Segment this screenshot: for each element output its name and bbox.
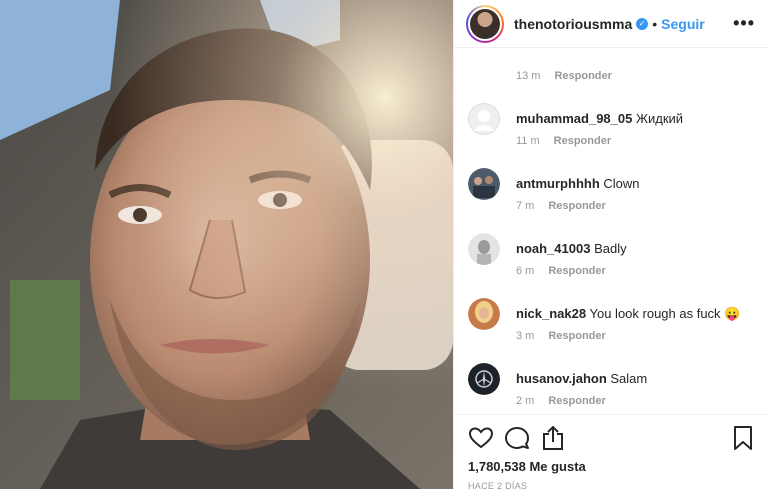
comment-body: Clown (603, 176, 640, 191)
comment-text: husanov.jahon Salam (516, 371, 647, 386)
reply-button[interactable]: Responder (554, 135, 611, 147)
post-header: thenotoriousmma ✓ • Seguir ••• (454, 0, 768, 48)
light-avatar[interactable] (468, 233, 500, 265)
follow-button[interactable]: Seguir (661, 16, 705, 32)
comment-username[interactable]: husanov.jahon (516, 371, 607, 386)
comment-text: nick_nak28 You look rough as fuck 😛 (516, 306, 740, 322)
heart-icon[interactable] (468, 425, 494, 451)
likes-count[interactable]: 1,780,538 Me gusta (468, 459, 586, 474)
share-icon[interactable] (540, 425, 566, 451)
post-photo[interactable] (0, 0, 453, 489)
instagram-post-view: thenotoriousmma ✓ • Seguir ••• 13 m Respo… (0, 0, 768, 489)
author-avatar[interactable] (466, 4, 504, 43)
group-photo-avatar[interactable] (468, 168, 500, 200)
reply-button[interactable]: Responder (548, 395, 605, 407)
default-avatar[interactable] (468, 103, 500, 135)
comment-body: Badly (594, 241, 627, 256)
comment-text: antmurphhhh Clown (516, 176, 640, 191)
comment-meta: 7 m Responder (516, 200, 606, 212)
comment-time: 13 m (516, 70, 541, 82)
comment-item: husanov.jahon Salam 2 m Responder (468, 363, 758, 407)
comment-meta: 3 m Responder (516, 330, 606, 342)
comment-time: 7 m (516, 200, 535, 212)
comment-time: 6 m (516, 265, 535, 277)
reply-button[interactable]: Responder (548, 330, 605, 342)
comment-body: You look rough as fuck 😛 (589, 306, 741, 321)
comment-username[interactable]: antmurphhhh (516, 176, 600, 191)
comment-body: Salam (610, 371, 648, 386)
comment-time: 2 m (516, 395, 535, 407)
post-actions: 1,780,538 Me gusta HACE 2 DÍAS (454, 414, 768, 489)
selfie-image (0, 0, 453, 489)
comment-username[interactable]: nick_nak28 (516, 306, 586, 321)
comment-meta: 6 m Responder (516, 265, 606, 277)
car-logo-avatar[interactable] (468, 363, 500, 395)
reply-button[interactable]: Responder (554, 70, 611, 82)
comment-username[interactable]: muhammad_98_05 (516, 111, 632, 126)
reply-button[interactable]: Responder (548, 265, 605, 277)
comment-icon[interactable] (504, 425, 530, 451)
comment-time: 11 m (516, 135, 540, 147)
comment-item: muhammad_98_05 Жидкий 11 m Responder (468, 103, 758, 147)
comment-body: Жидкий (635, 111, 684, 126)
comment-text: muhammad_98_05 Жидкий (516, 111, 683, 126)
reply-button[interactable]: Responder (548, 200, 605, 212)
comment-time: 3 m (516, 330, 535, 342)
bookmark-icon[interactable] (730, 425, 756, 451)
comment-meta-previous: 13 m Responder (516, 70, 612, 82)
comment-item: noah_41003 Badly 6 m Responder (468, 233, 758, 277)
comment-meta: 2 m Responder (516, 395, 606, 407)
comment-meta: 11 m Responder (516, 135, 611, 147)
comment-text: noah_41003 Badly (516, 241, 627, 256)
comment-item: nick_nak28 You look rough as fuck 😛 3 m R… (468, 298, 758, 342)
separator-dot: • (652, 15, 658, 32)
comments-list[interactable]: 13 m Responder muhammad_98_05 Жидкий 11 m… (454, 48, 768, 414)
blonde-avatar[interactable] (468, 298, 500, 330)
comment-username[interactable]: noah_41003 (516, 241, 590, 256)
comment-item: antmurphhhh Clown 7 m Responder (468, 168, 758, 212)
post-timestamp[interactable]: HACE 2 DÍAS (468, 481, 527, 489)
more-options-icon[interactable]: ••• (733, 14, 755, 32)
author-username[interactable]: thenotoriousmma (514, 16, 632, 32)
comments-panel: thenotoriousmma ✓ • Seguir ••• 13 m Respo… (453, 0, 768, 489)
verified-badge-icon: ✓ (636, 17, 649, 30)
